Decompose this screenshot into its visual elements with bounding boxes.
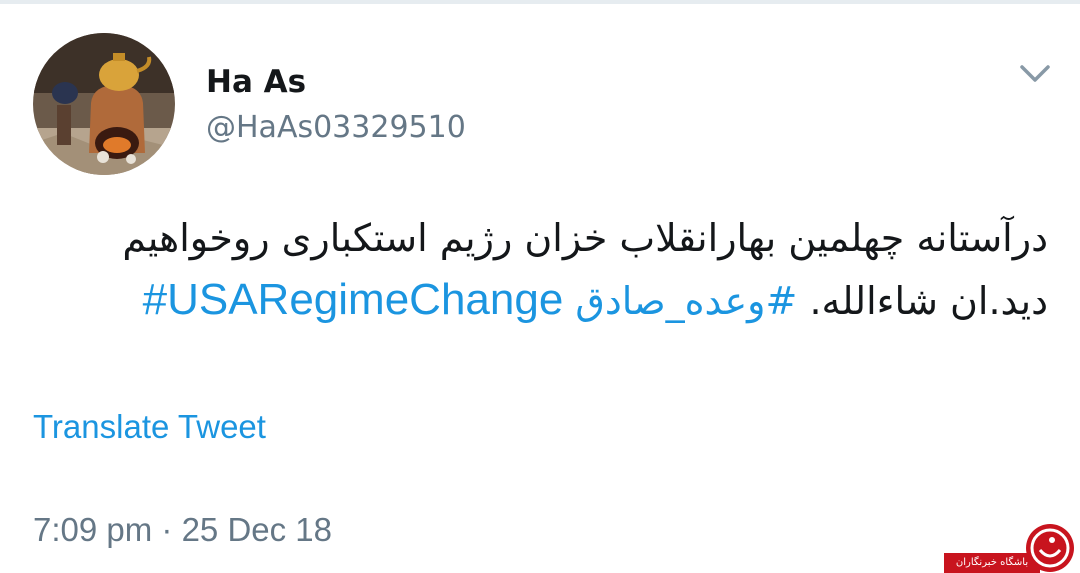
tweet-text-segment: دید.ان شاءالله. <box>809 279 1048 323</box>
avatar-image <box>33 33 175 175</box>
top-divider <box>0 0 1080 4</box>
tweet-timestamp[interactable]: 7:09 pm · 25 Dec 18 <box>33 511 332 549</box>
watermark-seal-icon <box>1026 524 1074 572</box>
translate-tweet-link[interactable]: Translate Tweet <box>33 408 266 446</box>
tweet-text: درآستانه چهلمین بهارانقلاب خزان رژیم است… <box>36 208 1048 332</box>
watermark-logo: باشگاه خبرنگاران <box>944 520 1080 573</box>
chevron-down-icon[interactable] <box>1018 60 1052 88</box>
hashtag-link[interactable]: #USARegimeChange <box>143 275 564 324</box>
tweet-text-line: دید.ان شاءالله. #وعده_صادق #USARegimeCha… <box>36 269 1048 332</box>
user-handle: @HaAs03329510 <box>206 110 466 145</box>
hashtag-link[interactable]: #وعده_صادق <box>575 279 797 323</box>
tweet-text-line: درآستانه چهلمین بهارانقلاب خزان رژیم است… <box>122 216 1048 260</box>
display-name[interactable]: Ha As <box>206 64 306 100</box>
avatar[interactable] <box>33 33 175 175</box>
